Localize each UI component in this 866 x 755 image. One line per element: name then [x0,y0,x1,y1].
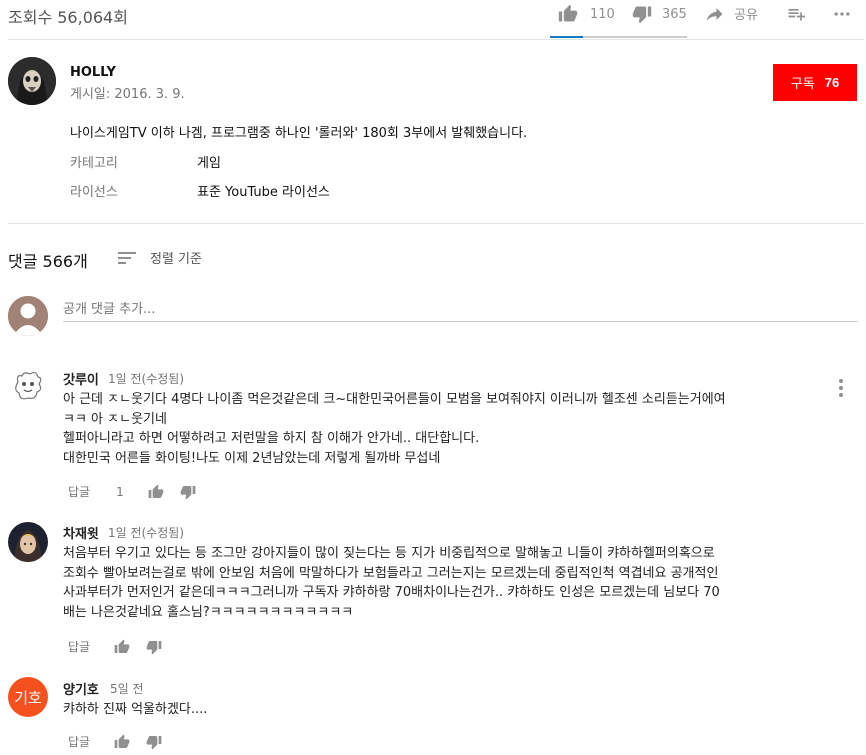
playlist-add-icon [788,9,806,21]
user-avatar [8,296,48,336]
reaper-avatar-image [8,57,56,105]
channel-avatar[interactable] [8,57,56,105]
avatar-initials: 기호 [14,688,42,707]
comment-like-button[interactable] [114,734,130,750]
share-button[interactable]: 공유 [706,4,758,23]
share-label: 공유 [734,8,758,23]
thumbs-up-icon [114,639,130,653]
reply-button[interactable]: 답글 [68,483,90,500]
more-actions-button[interactable] [832,4,852,24]
divider [8,39,864,40]
thumbs-up-icon [148,484,164,498]
comment-count: 댓글 566개 [8,252,88,271]
thumbs-up-icon [114,734,130,748]
comment-time[interactable]: 5일 전 [110,680,144,697]
subscribe-label: 구독 [790,76,815,91]
license-value: 표준 YouTube 라이선스 [197,185,330,200]
dislike-count: 365 [662,6,687,22]
comment-dislike-button[interactable] [180,484,196,500]
thumbs-down-icon [146,735,162,749]
comment-like-button[interactable] [148,484,164,500]
default-avatar-icon [8,296,48,336]
sort-icon [118,251,136,264]
dislike-button[interactable]: 365 [632,4,687,24]
more-horizontal-icon [834,12,850,16]
comment-text: 아 근데 ㅈㄴ웃기다 4명다 나이좀 먹은것같은데 크~대한민국어른들이 모범을… [63,392,726,466]
comment-author[interactable]: 갓루이 [63,369,99,388]
comment-author-avatar[interactable] [8,368,48,408]
thumbs-down-icon [146,640,162,654]
comment-dislike-button[interactable] [146,639,162,655]
divider [8,223,864,224]
category-label: 카테고리 [70,156,118,171]
comment-text: 처음부터 우기고 있다는 등 조그만 강아지들이 많이 짖는다는 등 지가 비중… [63,546,720,620]
comment-author-avatar[interactable] [8,522,48,562]
sort-label: 정렬 기준 [150,252,202,267]
category-value[interactable]: 게임 [197,152,221,171]
comment-actions: 답글 1 [68,483,196,500]
more-vertical-icon [839,379,843,397]
view-count: 조회수 56,064회 [8,8,128,27]
subscribe-button[interactable]: 구독 76 [773,64,857,101]
channel-name[interactable]: HOLLY [70,65,116,80]
comment-time[interactable]: 1일 전(수정됨) [108,370,184,387]
comment-author[interactable]: 양기호 [63,679,99,698]
reply-button[interactable]: 답글 [68,733,90,750]
share-icon [706,7,723,21]
comment-dislike-button[interactable] [146,734,162,750]
video-description: 나이스게임TV 이하 나겜, 프로그램중 하나인 '롤러와' 180회 3부에서… [70,126,528,141]
comment-actions: 답글 [68,638,162,655]
comment-time[interactable]: 1일 전(수정됨) [108,524,184,541]
comment-menu-button[interactable] [835,378,847,402]
cartoon-avatar-image [8,368,48,408]
like-button[interactable]: 110 [558,4,615,24]
thumbs-up-icon [558,4,578,22]
like-ratio-fill [550,36,583,38]
thumbs-down-icon [180,485,196,499]
comment-like-count: 1 [116,484,124,499]
license-label: 라이선스 [70,185,118,200]
comment-author[interactable]: 차재윗 [63,523,99,542]
add-comment-input[interactable] [63,297,858,322]
thumbs-down-icon [632,6,652,24]
comment-like-button[interactable] [114,639,130,655]
comment-actions: 답글 [68,733,162,750]
like-count: 110 [590,6,615,22]
character-avatar-image [8,522,48,562]
comment-text: 캬하하 진짜 억울하겠다.... [63,702,208,717]
publish-date: 게시일: 2016. 3. 9. [70,87,185,102]
reply-button[interactable]: 답글 [68,638,90,655]
subscriber-count: 76 [824,75,840,90]
comment-author-avatar[interactable]: 기호 [8,677,48,717]
sort-button[interactable]: 정렬 기준 [118,248,202,267]
add-to-playlist-button[interactable] [786,4,806,24]
